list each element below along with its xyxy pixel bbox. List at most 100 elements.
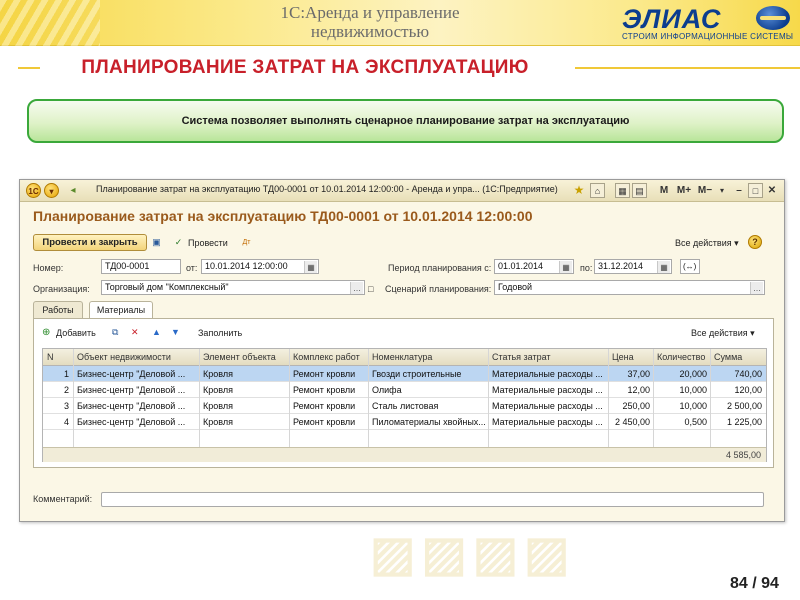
dropdown-icon[interactable]: ▾	[44, 183, 59, 198]
table-header: N Объект недвижимости Элемент объекта Ко…	[43, 349, 766, 366]
cell-n: 2	[63, 385, 69, 395]
cell-cost-item: Материальные расходы ...	[492, 369, 603, 379]
col-divider	[608, 349, 609, 461]
all-actions-menu[interactable]: Все действия ▾	[675, 238, 739, 249]
add-icon[interactable]: ⊕	[42, 327, 50, 338]
save-icon[interactable]: ▣	[150, 236, 163, 249]
maximize-icon[interactable]: □	[748, 183, 763, 198]
add-button[interactable]: Добавить	[56, 328, 96, 338]
section-heading: ПЛАНИРОВАНИЕ ЗАТРАТ НА ЭКСПЛУАТАЦИЮ	[81, 57, 529, 78]
period-to-field[interactable]: 31.12.2014 ▦	[594, 259, 672, 274]
calendar-picker-icon[interactable]: ▦	[657, 261, 670, 273]
arrow-icon[interactable]: ▾	[717, 183, 727, 198]
cell-element: Кровля	[203, 369, 233, 379]
cell-quantity: 10,000	[679, 401, 707, 411]
cell-cost-item: Материальные расходы ...	[492, 401, 603, 411]
tab-works[interactable]: Работы	[33, 301, 83, 318]
col-element[interactable]: Элемент объекта	[203, 352, 276, 362]
col-nomenclature[interactable]: Номенклатура	[372, 352, 432, 362]
col-object[interactable]: Объект недвижимости	[77, 352, 171, 362]
cell-sum: 120,00	[734, 385, 762, 395]
tab-materials[interactable]: Материалы	[89, 301, 153, 319]
calendar-picker-icon[interactable]: ▦	[559, 261, 572, 273]
cell-quantity: 20,000	[679, 369, 707, 379]
calculator-icon[interactable]: ▤	[632, 183, 647, 198]
post-icon[interactable]: ✓	[172, 236, 185, 249]
copy-icon[interactable]: ⧉	[112, 327, 118, 338]
col-price[interactable]: Цена	[612, 352, 634, 362]
date-value: 10.01.2014 12:00:00	[205, 261, 288, 271]
minimize-icon[interactable]: –	[732, 183, 746, 198]
post-and-close-button[interactable]: Провести и закрыть	[33, 234, 147, 251]
comment-field[interactable]	[101, 492, 764, 507]
period-select-button[interactable]: (↔)	[680, 259, 700, 274]
cell-element: Кровля	[203, 417, 233, 427]
number-field[interactable]: ТД00-0001	[101, 259, 181, 274]
select-ellipsis-icon[interactable]: …	[750, 282, 763, 294]
cell-nomenclature: Гвозди строительные	[372, 369, 462, 379]
debit-credit-icon[interactable]: Дт	[240, 236, 253, 249]
period-to-label: по:	[580, 263, 593, 273]
col-works[interactable]: Комплекс работ	[293, 352, 360, 362]
period-to-value: 31.12.2014	[598, 261, 644, 271]
cell-quantity: 10,000	[679, 385, 707, 395]
cell-n: 3	[63, 401, 69, 411]
move-down-icon[interactable]: ▼	[171, 327, 180, 337]
cell-element: Кровля	[203, 401, 233, 411]
scenario-label: Сценарий планирования:	[385, 284, 492, 294]
calendar-picker-icon[interactable]: ▦	[304, 261, 317, 273]
app-window: 1С ▾ ◂ Планирование затрат на эксплуатац…	[19, 179, 785, 522]
post-button[interactable]: Провести	[188, 238, 228, 248]
cell-quantity: 0,500	[684, 417, 707, 427]
delete-icon[interactable]: ✕	[131, 327, 139, 338]
cell-sum: 2 500,00	[726, 401, 762, 411]
cell-nomenclature: Сталь листовая	[372, 401, 439, 411]
window-titlebar: 1С ▾ ◂ Планирование затрат на эксплуатац…	[20, 180, 784, 202]
close-icon[interactable]: ✕	[765, 183, 779, 198]
page-number: 84 / 94	[730, 575, 779, 592]
cell-works: Ремонт кровли	[293, 369, 356, 379]
form-toolbar: Провести и закрыть ▣ ✓ Провести Дт Все д…	[20, 232, 784, 254]
banner-text: Система позволяет выполнять сценарное пл…	[181, 115, 630, 127]
cell-cost-item: Материальные расходы ...	[492, 385, 603, 395]
m-minus-icon[interactable]: M−	[696, 183, 714, 198]
col-divider	[289, 349, 290, 461]
cell-sum: 740,00	[734, 369, 762, 379]
cell-works: Ремонт кровли	[293, 417, 356, 427]
logo-text: ЭЛИАС	[622, 4, 722, 34]
help-icon[interactable]: ?	[748, 235, 762, 249]
materials-table: N Объект недвижимости Элемент объекта Ко…	[42, 348, 767, 462]
date-field[interactable]: 10.01.2014 12:00:00 ▦	[201, 259, 319, 274]
period-from-field[interactable]: 01.01.2014 ▦	[494, 259, 574, 274]
table-all-actions-menu[interactable]: Все действия ▾	[691, 328, 755, 339]
star-icon[interactable]: ★	[572, 183, 586, 198]
heading-line-right	[575, 67, 800, 69]
col-quantity[interactable]: Количество	[657, 352, 705, 362]
table-row[interactable]: 3 Бизнес-центр "Деловой ... Кровля Ремонт к…	[43, 398, 766, 414]
col-cost-item[interactable]: Статья затрат	[492, 352, 551, 362]
home-icon[interactable]: ⌂	[590, 183, 605, 198]
cell-cost-item: Материальные расходы ...	[492, 417, 603, 427]
table-row[interactable]: 1 Бизнес-центр "Деловой ... Кровля Ремонт к…	[43, 366, 766, 382]
org-open-icon[interactable]: □	[368, 284, 373, 294]
m-icon[interactable]: M	[656, 183, 672, 198]
select-ellipsis-icon[interactable]: …	[350, 282, 363, 294]
slide-title: 1С:Аренда и управление недвижимостью	[280, 3, 460, 41]
cell-works: Ремонт кровли	[293, 401, 356, 411]
table-row[interactable]: 2 Бизнес-центр "Деловой ... Кровля Ремонт к…	[43, 382, 766, 398]
slide-header: 1С:Аренда и управление недвижимостью ЭЛИ…	[0, 0, 800, 46]
m-plus-icon[interactable]: M+	[675, 183, 693, 198]
move-up-icon[interactable]: ▲	[152, 327, 161, 337]
col-n[interactable]: N	[47, 352, 54, 362]
scenario-field[interactable]: Годовой …	[494, 280, 765, 295]
calendar-icon[interactable]: ▦	[615, 183, 630, 198]
fill-button[interactable]: Заполнить	[198, 328, 242, 338]
info-banner: Система позволяет выполнять сценарное пл…	[27, 99, 784, 143]
back-icon[interactable]: ◂	[66, 183, 80, 198]
elias-logo: ЭЛИАС СТРОИМ ИНФОРМАЦИОННЫЕ СИСТЕМЫ	[622, 4, 794, 42]
col-sum[interactable]: Сумма	[714, 352, 742, 362]
materials-panel: ⊕ Добавить ⧉ ✕ ▲ ▼ Заполнить Все действи…	[33, 318, 774, 468]
1c-logo-icon[interactable]: 1С	[26, 183, 41, 198]
org-field[interactable]: Торговый дом "Комплексный" …	[101, 280, 365, 295]
table-row[interactable]: 4 Бизнес-центр "Деловой ... Кровля Ремонт к…	[43, 414, 766, 430]
